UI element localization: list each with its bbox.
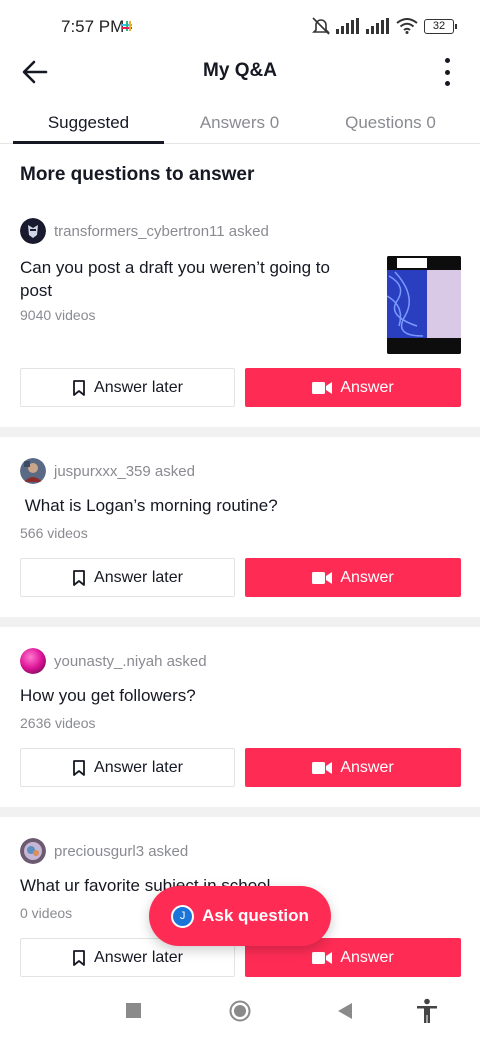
signal-icon — [366, 18, 389, 34]
battery-icon: 32 — [424, 18, 457, 34]
asker-name: transformers_cybertron11 asked — [54, 222, 269, 240]
recent-apps-icon[interactable] — [126, 1003, 141, 1018]
answer-label: Answer — [340, 568, 394, 586]
video-camera-icon — [312, 951, 333, 964]
system-nav-bar — [0, 990, 480, 1040]
answer-later-button[interactable]: Answer later — [20, 368, 235, 407]
ask-question-label: Ask question — [202, 906, 309, 925]
slack-notification-icon — [122, 21, 132, 31]
avatar — [20, 458, 46, 484]
tab-answers[interactable]: Answers 0 — [164, 104, 315, 144]
question-text[interactable]: What is Logan’s morning routine? — [20, 494, 278, 517]
video-camera-icon — [312, 761, 333, 774]
bookmark-icon — [73, 759, 85, 776]
video-camera-icon — [312, 571, 333, 584]
question-card: transformers_cybertron11 asked Can you p… — [0, 210, 480, 426]
asker-name: preciousgurl3 asked — [54, 842, 189, 860]
wifi-icon — [396, 18, 418, 34]
answer-label: Answer — [340, 758, 394, 776]
asker-name: younasty_.niyah asked — [54, 652, 207, 670]
active-tab-indicator — [13, 141, 164, 144]
video-camera-icon — [312, 381, 333, 394]
answer-later-label: Answer later — [94, 568, 183, 586]
asker-row: younasty_.niyah asked — [20, 648, 207, 674]
answer-button[interactable]: Answer — [245, 748, 461, 787]
answer-later-button[interactable]: Answer later — [20, 558, 235, 597]
status-time: 7:57 PM — [61, 17, 125, 36]
card-divider — [0, 427, 480, 437]
status-bar: 7:57 PM 32 — [0, 0, 480, 52]
card-divider — [0, 617, 480, 627]
question-text[interactable]: How you get followers? — [20, 684, 196, 707]
signal-icon — [336, 18, 359, 34]
mute-icon — [312, 17, 330, 35]
tab-bar: Suggested Answers 0 Questions 0 — [0, 104, 480, 144]
tab-questions[interactable]: Questions 0 — [315, 104, 466, 144]
answer-button[interactable]: Answer — [245, 558, 461, 597]
answer-button[interactable]: Answer — [245, 368, 461, 407]
avatar — [20, 648, 46, 674]
asker-row: transformers_cybertron11 asked — [20, 218, 269, 244]
home-icon[interactable] — [229, 1000, 251, 1022]
question-text[interactable]: Can you post a draft you weren’t going t… — [20, 256, 330, 302]
question-line: Can you post a draft you weren’t going t… — [20, 258, 330, 277]
tab-suggested[interactable]: Suggested — [13, 104, 164, 144]
answer-label: Answer — [340, 948, 394, 966]
app-header: My Q&A — [0, 52, 480, 92]
asker-row: juspurxxx_359 asked — [20, 458, 195, 484]
question-card: younasty_.niyah asked How you get follow… — [0, 638, 480, 808]
video-thumbnail[interactable] — [387, 256, 461, 354]
question-line: post — [20, 281, 53, 300]
card-divider — [0, 807, 480, 817]
video-count: 566 videos — [20, 525, 88, 541]
section-heading: More questions to answer — [20, 164, 255, 185]
accessibility-icon[interactable] — [414, 998, 440, 1024]
video-count: 0 videos — [20, 905, 73, 921]
answer-later-label: Answer later — [94, 378, 183, 396]
bookmark-icon — [73, 569, 85, 586]
answer-later-button[interactable]: Answer later — [20, 748, 235, 787]
page-title: My Q&A — [203, 60, 277, 81]
video-count: 2636 videos — [20, 715, 96, 731]
bookmark-icon — [73, 379, 85, 396]
question-card: juspurxxx_359 asked What is Logan’s morn… — [0, 448, 480, 618]
video-count: 9040 videos — [20, 307, 96, 323]
avatar — [20, 218, 46, 244]
more-options-icon[interactable] — [442, 56, 452, 88]
ask-question-button[interactable]: J Ask question — [149, 886, 331, 946]
status-icons: 32 — [312, 16, 457, 36]
asker-row: preciousgurl3 asked — [20, 838, 188, 864]
asker-name: juspurxxx_359 asked — [54, 462, 195, 480]
answer-later-label: Answer later — [94, 758, 183, 776]
avatar — [20, 838, 46, 864]
bookmark-icon — [73, 949, 85, 966]
answer-later-label: Answer later — [94, 948, 183, 966]
answer-label: Answer — [340, 378, 394, 396]
user-avatar: J — [171, 904, 195, 928]
back-nav-icon[interactable] — [337, 1003, 353, 1019]
